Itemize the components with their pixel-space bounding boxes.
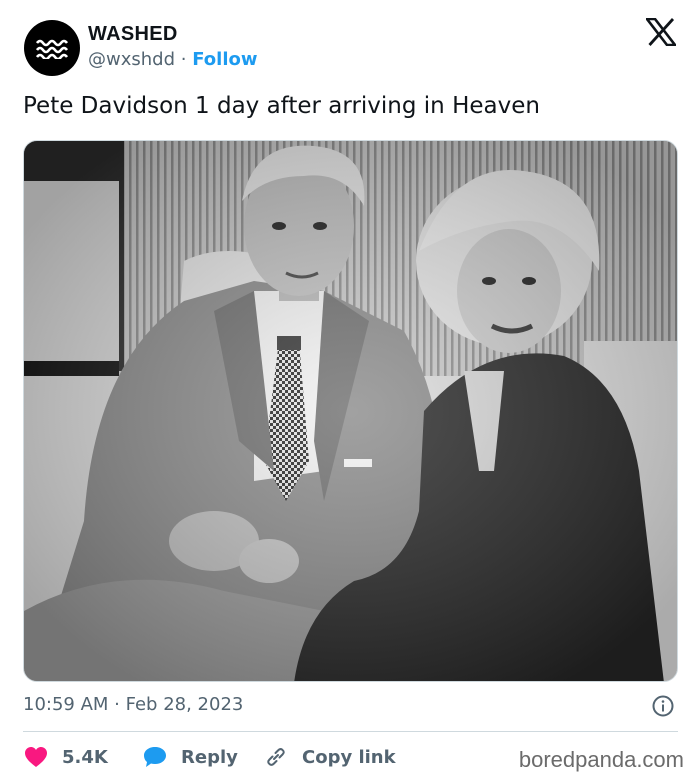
account-handle[interactable]: @wxshdd (88, 49, 175, 70)
account-avatar[interactable] (24, 20, 80, 76)
tweet-text: Pete Davidson 1 day after arriving in He… (23, 93, 540, 119)
copy-link-button[interactable]: Copy link (264, 743, 396, 771)
waves-logo-icon (35, 39, 69, 59)
reply-label: Reply (181, 746, 238, 768)
info-icon[interactable] (652, 695, 674, 717)
separator-dot: · (180, 49, 187, 70)
account-handle-line: @wxshdd · Follow (88, 49, 258, 70)
reply-button[interactable]: Reply (143, 743, 238, 771)
tweet-timestamp[interactable]: 10:59 AM · Feb 28, 2023 (23, 694, 243, 715)
follow-button[interactable]: Follow (192, 49, 257, 70)
tweet-header: WASHED @wxshdd · Follow (24, 18, 676, 76)
heart-icon (25, 747, 47, 767)
like-count: 5.4K (62, 746, 108, 768)
divider (23, 731, 678, 732)
photo-illustration (24, 141, 677, 681)
watermark: boredpanda.com (518, 747, 684, 772)
copy-link-label: Copy link (302, 746, 396, 768)
like-button[interactable]: 5.4K (24, 743, 108, 771)
account-name[interactable]: WASHED (88, 23, 178, 46)
speech-bubble-icon (144, 747, 166, 767)
link-icon (267, 748, 285, 766)
x-logo-icon[interactable] (646, 18, 676, 46)
tweet-photo[interactable] (23, 140, 678, 682)
